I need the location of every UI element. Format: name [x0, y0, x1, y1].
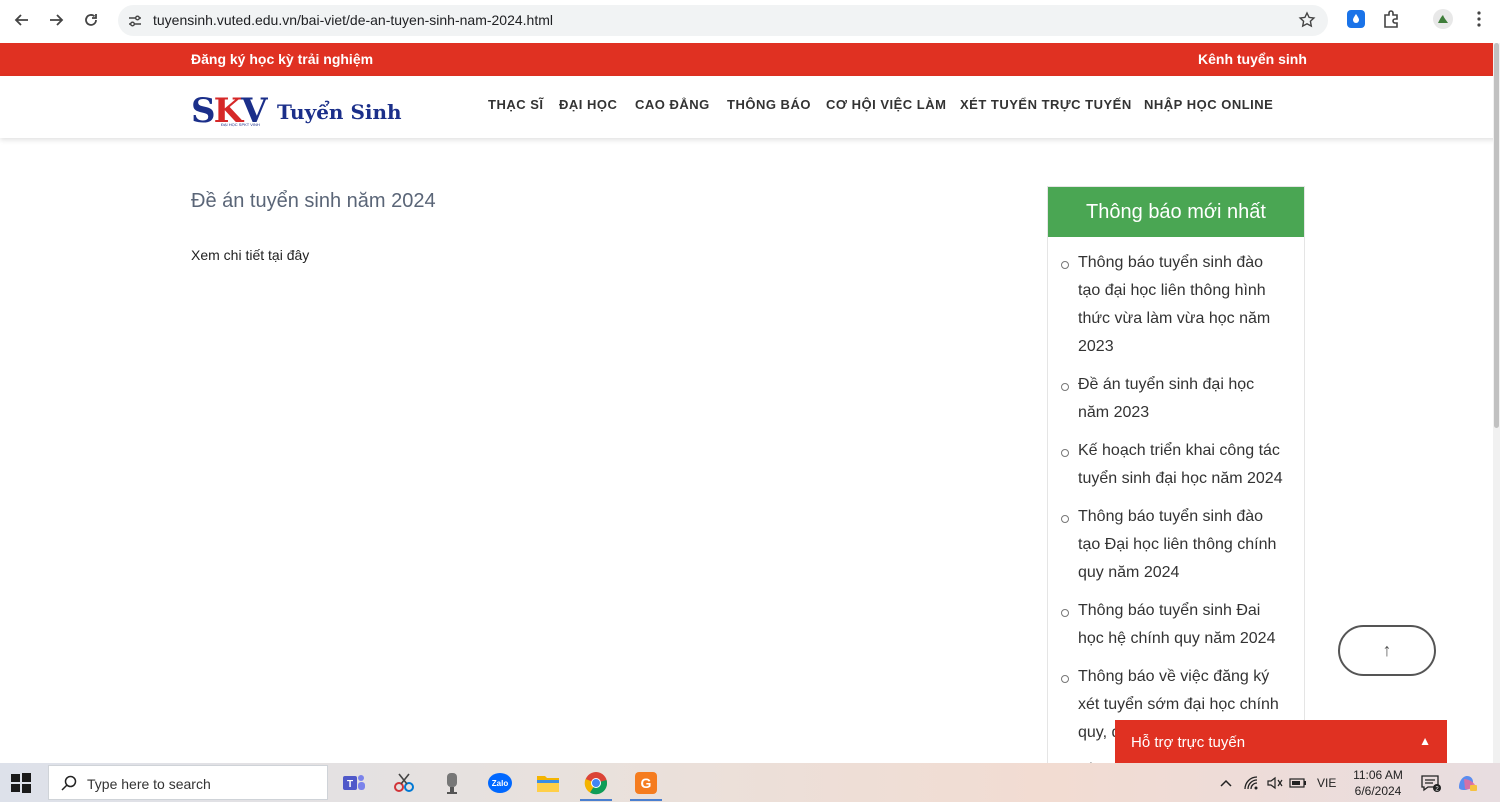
menu-item-nhap-hoc-online[interactable]: NHẬP HỌC ONLINE	[1144, 97, 1273, 112]
clock-time: 11:06 AM	[1353, 768, 1403, 782]
article-body-link[interactable]: Xem chi tiết tại đây	[191, 247, 309, 263]
copilot-icon[interactable]	[1456, 763, 1478, 802]
site-header: SKV ĐẠI HỌC SPKT VINH Tuyển Sinh THẠC SĨ…	[0, 76, 1500, 138]
windows-start-icon[interactable]	[10, 772, 32, 794]
svg-text:T: T	[347, 779, 353, 790]
sidebar-heading: Thông báo mới nhất	[1048, 187, 1304, 237]
menu-item-co-hoi-viec-lam[interactable]: CƠ HỘI VIỆC LÀM	[826, 97, 946, 112]
latest-news-sidebar: Thông báo mới nhất Thông báo tuyển sinh …	[1047, 186, 1305, 766]
windows-taskbar: Type here to search T Zalo G VIE 11:06 A…	[0, 763, 1500, 802]
profile-avatar-icon[interactable]	[1432, 8, 1454, 30]
url-text[interactable]: tuyensinh.vuted.edu.vn/bai-viet/de-an-tu…	[153, 12, 553, 28]
search-icon	[61, 775, 77, 791]
top-announcement-bar: Đăng ký học kỳ trải nghiệm Kênh tuyển si…	[0, 43, 1500, 76]
arrow-up-icon: ↑	[1382, 640, 1392, 660]
news-item[interactable]: Đề án tuyển sinh đại học năm 2023	[1061, 371, 1288, 427]
news-list: Thông báo tuyển sinh đào tạo đại học liê…	[1048, 237, 1304, 766]
volume-muted-icon[interactable]	[1266, 763, 1284, 802]
forward-button[interactable]	[43, 7, 69, 33]
arrow-left-icon	[14, 14, 28, 26]
menu-item-dai-hoc[interactable]: ĐẠI HỌC	[559, 97, 617, 112]
extension-icon[interactable]	[1345, 8, 1367, 30]
app-g-icon[interactable]: G	[626, 767, 666, 801]
online-support-bar[interactable]: Hỗ trợ trực tuyến ▲	[1115, 720, 1447, 764]
chevron-up-tray-icon[interactable]	[1218, 763, 1234, 802]
menu-item-thong-bao[interactable]: THÔNG BÁO	[727, 97, 811, 112]
logo-subtitle: ĐẠI HỌC SPKT VINH	[221, 122, 260, 127]
support-label: Hỗ trợ trực tuyến	[1131, 734, 1246, 751]
clock-date: 6/6/2024	[1354, 784, 1402, 798]
language-indicator[interactable]: VIE	[1317, 763, 1336, 802]
menu-item-xet-tuyen-truc-tuyen[interactable]: XÉT TUYỂN TRỰC TUYẾN	[960, 97, 1132, 112]
teams-icon[interactable]: T	[334, 767, 374, 799]
arrow-right-icon	[50, 14, 64, 26]
microphone-app-icon[interactable]	[432, 767, 472, 799]
search-placeholder: Type here to search	[87, 776, 211, 792]
snipping-tool-icon[interactable]	[384, 767, 424, 799]
taskbar-clock[interactable]: 11:06 AM 6/6/2024	[1350, 767, 1406, 799]
zalo-icon[interactable]: Zalo	[480, 767, 520, 799]
reload-button[interactable]	[78, 7, 104, 33]
battery-icon[interactable]	[1289, 763, 1307, 802]
back-to-top-button[interactable]: ↑	[1338, 625, 1436, 676]
reload-icon	[85, 14, 97, 26]
extensions-puzzle-icon[interactable]	[1380, 8, 1402, 30]
wifi-icon[interactable]	[1243, 763, 1261, 802]
browser-toolbar: tuyensinh.vuted.edu.vn/bai-viet/de-an-tu…	[0, 0, 1500, 43]
site-title: Tuyển Sinh	[277, 100, 402, 124]
menu-item-thac-si[interactable]: THẠC SĨ	[488, 97, 544, 112]
notification-center-icon[interactable]: 2	[1420, 763, 1442, 802]
address-bar[interactable]: tuyensinh.vuted.edu.vn/bai-viet/de-an-tu…	[118, 5, 1328, 36]
site-info-icon[interactable]	[126, 12, 144, 30]
site-logo[interactable]: SKV ĐẠI HỌC SPKT VINH Tuyển Sinh	[191, 94, 403, 130]
news-item[interactable]: Thông báo tuyển sinh đào tạo đại học liê…	[1061, 249, 1288, 361]
bookmark-star-icon[interactable]	[1298, 11, 1316, 29]
article-title: Đề án tuyển sinh năm 2024	[191, 190, 436, 212]
news-item[interactable]: Thông báo tuyển sinh đào tạo Đại học liê…	[1061, 503, 1288, 587]
news-item[interactable]: Thông báo tuyển sinh Đai học hệ chính qu…	[1061, 597, 1288, 653]
svg-text:Zalo: Zalo	[492, 779, 509, 788]
experience-semester-link[interactable]: Đăng ký học kỳ trải nghiệm	[191, 51, 373, 67]
news-item[interactable]: Kế hoạch triển khai công tác tuyển sinh …	[1061, 437, 1288, 493]
chevron-up-icon[interactable]: ▲	[1419, 734, 1431, 748]
page-scrollbar[interactable]	[1493, 43, 1500, 763]
back-button[interactable]	[9, 7, 35, 33]
scrollbar-thumb[interactable]	[1494, 43, 1499, 428]
admissions-channel-link[interactable]: Kênh tuyển sinh	[1198, 51, 1307, 67]
chrome-icon[interactable]	[576, 767, 616, 801]
chrome-menu-icon[interactable]	[1468, 8, 1490, 30]
taskbar-search[interactable]: Type here to search	[48, 765, 328, 800]
file-explorer-icon[interactable]	[528, 767, 568, 799]
svg-text:G: G	[641, 775, 652, 791]
menu-item-cao-dang[interactable]: CAO ĐẲNG	[635, 97, 710, 112]
